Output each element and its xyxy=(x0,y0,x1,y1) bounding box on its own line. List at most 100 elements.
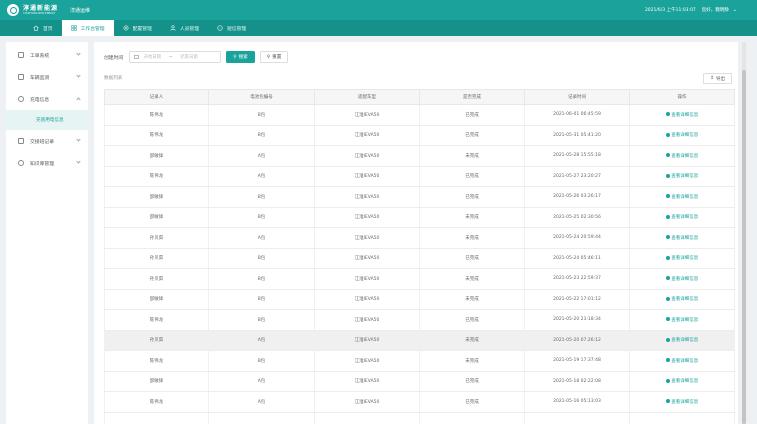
table-cell: 已完成 xyxy=(419,391,525,413)
table-cell: 2021-05-25 02:30:56 xyxy=(524,207,630,228)
table-cell-action: 查看详细信息 xyxy=(629,268,735,290)
table-cell: B包 xyxy=(208,248,315,269)
table-cell: 江淮IEVA50 xyxy=(314,330,420,351)
view-details-link[interactable]: 查看详细信息 xyxy=(665,173,699,180)
nav-item-sms[interactable]: 短信管理 xyxy=(208,20,255,36)
info-icon xyxy=(665,132,670,137)
table-cell: 孙贝茹 xyxy=(104,268,209,290)
column-header[interactable]: 记录人 xyxy=(104,89,209,105)
view-details-link[interactable]: 查看详细信息 xyxy=(665,276,698,282)
column-header[interactable]: 适配车型 xyxy=(314,89,420,105)
view-details-link[interactable]: 查看详细信息 xyxy=(665,153,698,159)
table-cell: 陈伟龙 xyxy=(104,104,209,126)
view-details-link[interactable]: 查看详细信息 xyxy=(665,214,698,220)
sidebar-item-label: 交接班记录 xyxy=(30,139,54,145)
table-row[interactable]: 陈伟龙 B包 江淮IEVA50 已完成 2021-05-20 23:18:34 查看详细信… xyxy=(104,309,735,331)
table-cell: 未完成 xyxy=(419,268,525,290)
view-details-link[interactable]: 查看详细信息 xyxy=(665,317,698,323)
user-greeting[interactable]: 您好，魏明静 xyxy=(702,7,729,13)
table-cell-action: 查看详细信息 xyxy=(629,186,735,208)
view-details-link[interactable]: 查看详细信息 xyxy=(665,255,698,261)
table-cell: 已完成 xyxy=(419,125,525,146)
table-row[interactable]: 邵敏锋 B包 江淮IEVA50 已完成 2021-05-26 03:26:17 查看详细信… xyxy=(104,186,735,208)
table-cell: A包 xyxy=(208,391,315,413)
view-details-label: 查看详细信息 xyxy=(671,174,699,180)
column-header[interactable]: 操作 xyxy=(629,89,735,105)
info-icon xyxy=(665,296,670,301)
table-cell: 江淮IEVA50 xyxy=(314,207,420,228)
table-row[interactable]: 孙贝茹 A包 江淮IEVA50 未完成 2021-05-20 07:26:12 查看详细信… xyxy=(104,330,735,351)
sidebar-item-label: 知识库管理 xyxy=(30,161,54,167)
table-cell: 江淮IEVA50 xyxy=(314,350,420,372)
table-row[interactable]: 陈伟龙 A包 江淮IEVA50 已完成 2021-05-16 05:13:03 查看详细信… xyxy=(104,391,735,413)
column-header[interactable]: 电池包编号 xyxy=(208,89,315,105)
sidebar-item-knowledge-base[interactable]: 知识库管理 xyxy=(6,152,88,174)
sidebar-item-shift-records[interactable]: 交接班记录 xyxy=(6,130,88,152)
view-details-link[interactable]: 查看详细信息 xyxy=(665,337,698,343)
table-cell: 已完成 xyxy=(419,248,525,269)
table-cell: B包 xyxy=(208,207,315,228)
column-header[interactable]: 是否完成 xyxy=(419,89,525,105)
view-details-link[interactable]: 查看详细信息 xyxy=(665,235,698,241)
nav-item-home[interactable]: 首页 xyxy=(0,20,62,36)
table-row[interactable]: 陈伟龙 A包 江淮IEVA50 已完成 2021-05-27 23:20:27 查看详细信… xyxy=(104,166,735,187)
table-cell: 2021-05-16 05:13:03 xyxy=(524,391,630,413)
view-details-link[interactable]: 查看详细信息 xyxy=(665,112,698,118)
scrollbar-thumb[interactable] xyxy=(742,70,746,424)
table-cell: 已完成 xyxy=(419,371,525,392)
table-row[interactable]: 陈伟龙 B包 江淮IEVA50 未完成 2021-05-19 17:37:48 查看详细信… xyxy=(104,350,735,372)
view-details-link[interactable]: 查看详细信息 xyxy=(665,296,698,302)
view-details-link[interactable]: 查看详细信息 xyxy=(665,194,698,200)
info-icon xyxy=(665,399,670,404)
nav-item-personnel[interactable]: 人员管理 xyxy=(161,20,208,36)
search-icon: ⚲ xyxy=(266,54,271,60)
logo-subtitle: CHUNTONG NEW ENERGY xyxy=(23,12,56,15)
table-cell: 2021-05-20 07:26:12 xyxy=(524,330,630,351)
table-cell: 孙贝茹 xyxy=(104,330,209,351)
table-cell: 邵敏锋 xyxy=(104,371,209,392)
logo[interactable]: 淳通新能源 CHUNTONG NEW ENERGY xyxy=(7,4,58,16)
table-cell: 2021-05-18 02:22:08 xyxy=(524,371,630,392)
sidebar-subitem-charging-usage[interactable]: 充值用电信息 xyxy=(6,110,88,130)
table-cell: A包 xyxy=(208,371,315,392)
table-row[interactable]: 孙贝茹 A包 江淮IEVA50 未完成 2021-05-24 20:59:44 查看详细信… xyxy=(104,227,735,249)
filter-label: 创建时间 xyxy=(104,55,124,61)
table-row[interactable]: 孙贝茹 B包 江淮IEVA50 已完成 2021-05-24 05:46:11 查看详细信… xyxy=(104,248,735,269)
table-cell: 未完成 xyxy=(419,207,525,228)
export-button[interactable]: ↥ 导出 xyxy=(703,73,732,84)
search-button[interactable]: ⚲ 搜索 xyxy=(226,51,255,63)
column-header[interactable]: 记录时间 xyxy=(524,89,630,105)
chevron-down-icon[interactable]: ⌄ xyxy=(733,7,737,13)
view-details-link[interactable]: 查看详细信息 xyxy=(665,132,698,138)
table-row[interactable]: 邵敏锋 B包 江淮IEVA50 未完成 2021-05-25 02:30:56 查看详细信… xyxy=(104,207,735,228)
table-row[interactable]: 邵敏锋 B包 江淮IEVA50 未完成 2021-05-22 17:01:12 查看详细信… xyxy=(104,289,735,310)
chevron-down-icon xyxy=(76,159,81,164)
table-row[interactable]: 陈伟龙 B包 江淮IEVA50 已完成 2021-06-01 06:45:59 查看详细信… xyxy=(104,104,735,126)
table-cell: 孙贝茹 xyxy=(104,227,209,249)
sidebar-item-vehicle-monitor[interactable]: 车辆监测 xyxy=(6,66,88,88)
view-details-link[interactable]: 查看详细信息 xyxy=(665,358,698,364)
table-cell: 2021-05-20 23:18:34 xyxy=(524,309,630,331)
view-details-link[interactable]: 查看详细信息 xyxy=(665,399,698,405)
table-row[interactable]: 孙贝茹 B包 江淮IEVA50 未完成 2021-05-23 22:59:37 查看详细信… xyxy=(104,268,735,290)
info-icon xyxy=(665,276,670,281)
table-row[interactable] xyxy=(104,412,735,424)
table-row[interactable]: 邵敏锋 A包 江淮IEVA50 已完成 2021-05-18 02:22:08 查看详细信… xyxy=(104,371,735,392)
scrollbar[interactable] xyxy=(742,42,746,424)
main-nav: 首页 工作台管理 配置管理 人员管理 短信管理 xyxy=(0,20,757,36)
gear-icon xyxy=(123,25,129,31)
reset-button[interactable]: ⚲ 重置 xyxy=(259,51,289,63)
table-cell: A包 xyxy=(208,330,315,351)
filter-bar: 创建时间 开始日期 ~ 结束日期 ⚲ 搜索 ⚲ 重置 xyxy=(104,51,289,63)
info-icon xyxy=(665,235,670,240)
table-row[interactable]: 陈伟龙 B包 江淮IEVA50 已完成 2021-05-31 05:41:20 查看详细信… xyxy=(104,125,735,146)
table-row[interactable]: 邵敏锋 A包 江淮IEVA50 未完成 2021-05-28 15:55:18 查看详细信… xyxy=(104,145,735,167)
user-icon xyxy=(170,25,176,31)
export-button-label: 导出 xyxy=(716,76,725,82)
view-details-link[interactable]: 查看详细信息 xyxy=(665,378,698,384)
sidebar-item-charging[interactable]: 充电信息 xyxy=(6,88,88,110)
nav-item-config[interactable]: 配置管理 xyxy=(114,20,161,36)
sidebar-item-work-orders[interactable]: 工单系统 xyxy=(6,44,88,66)
date-range-picker[interactable]: 开始日期 ~ 结束日期 xyxy=(129,51,222,63)
nav-item-workbench[interactable]: 工作台管理 xyxy=(61,20,114,36)
